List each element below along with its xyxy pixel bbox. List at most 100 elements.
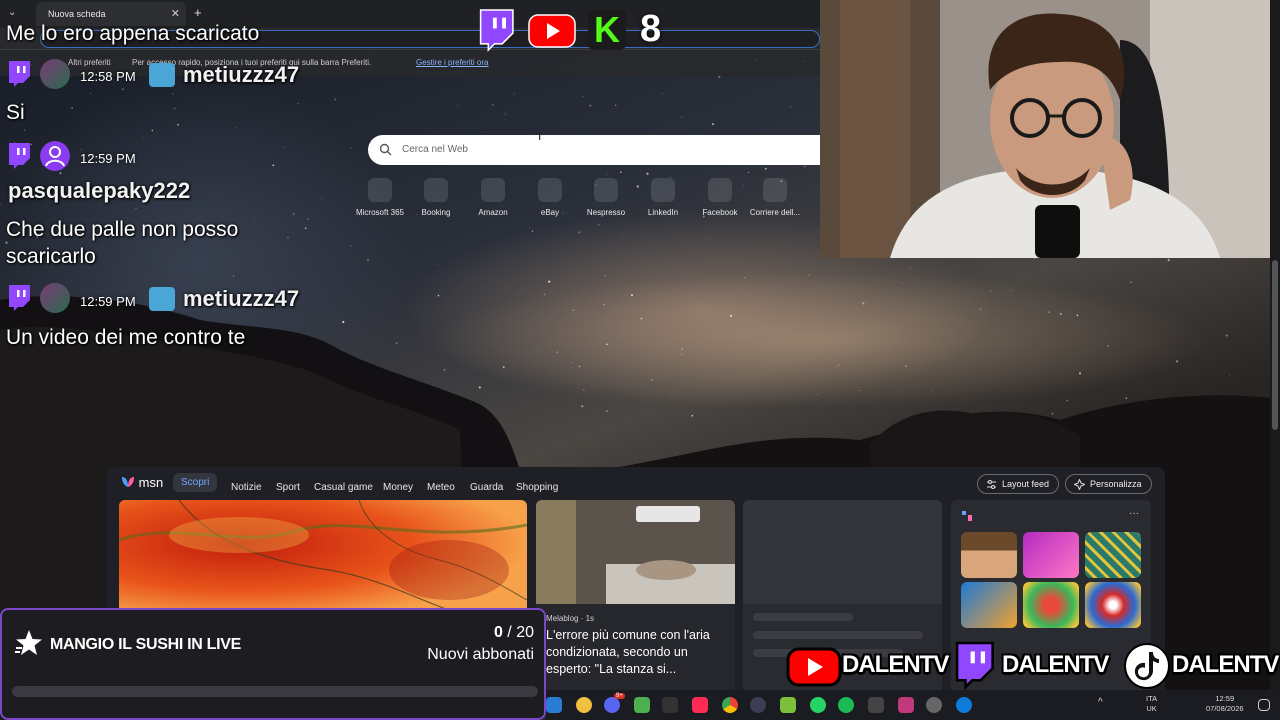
- game-tile-dress[interactable]: [1023, 532, 1079, 578]
- discord-app-icon[interactable]: [604, 697, 620, 713]
- app-icon[interactable]: [926, 697, 942, 713]
- tab-money[interactable]: Money: [383, 482, 413, 493]
- avatar: [40, 283, 70, 313]
- page-scrollbar[interactable]: [1270, 0, 1280, 690]
- app-icon[interactable]: [898, 697, 914, 713]
- spotify-app-icon[interactable]: [838, 697, 854, 713]
- shortcut-ebay[interactable]: eBay: [520, 178, 580, 217]
- more-options-icon[interactable]: ···: [1129, 508, 1139, 519]
- shortcut-nespresso[interactable]: Nespresso: [576, 178, 636, 217]
- chrome-app-icon[interactable]: [722, 697, 738, 713]
- shortcut-tile-icon: [594, 178, 618, 202]
- chat-app-icon[interactable]: [576, 697, 592, 713]
- search-placeholder: Cerca nel Web: [402, 144, 468, 155]
- loading-line: [753, 613, 853, 621]
- new-tab-icon[interactable]: +: [194, 5, 202, 20]
- tiktok-icon: [1124, 643, 1170, 689]
- tab-guarda[interactable]: Guarda: [470, 482, 503, 493]
- shortcut-amazon[interactable]: Amazon: [463, 178, 523, 217]
- tab-sport[interactable]: Sport: [276, 482, 300, 493]
- chat-time: 12:59 PM: [80, 151, 136, 166]
- tab-scopri[interactable]: Scopri: [173, 473, 218, 492]
- tab-meteo[interactable]: Meteo: [427, 482, 455, 493]
- tab-casual-game[interactable]: Casual game: [314, 482, 373, 493]
- clock[interactable]: 12:59 07/08/2026: [1206, 694, 1244, 714]
- goal-title: MANGIO IL SUSHI IN LIVE: [50, 636, 242, 653]
- shortcut-tile-icon: [763, 178, 787, 202]
- star-goal-icon: [15, 630, 42, 655]
- twitch-logo-icon: [479, 9, 514, 52]
- game-tile-ball[interactable]: [1023, 582, 1079, 628]
- sparkle-icon: [1074, 479, 1085, 490]
- scrollbar-thumb[interactable]: [1272, 260, 1278, 430]
- avatar: [40, 59, 70, 89]
- shortcut-tile-icon: [708, 178, 732, 202]
- goal-progress-bar: [12, 686, 538, 697]
- game-tile-maze[interactable]: [1085, 532, 1141, 578]
- windows-taskbar: 9+ ^ ITA UK 12:59 07/08/2026: [546, 690, 1280, 720]
- news-source: Melablog · 1s: [546, 614, 595, 623]
- tab-title: Nuova scheda: [48, 9, 106, 19]
- app-icon[interactable]: [868, 697, 884, 713]
- notes-app-icon[interactable]: [634, 697, 650, 713]
- notification-badge: 9+: [614, 693, 625, 699]
- notifications-icon[interactable]: [1258, 699, 1270, 711]
- game-tile-blocky[interactable]: [961, 532, 1017, 578]
- manage-favorites-link[interactable]: Gestire i preferiti ora: [416, 58, 488, 67]
- weather-map-card[interactable]: [119, 500, 527, 610]
- shortcut-tile-icon: [481, 178, 505, 202]
- chat-username: pasqualepaky222: [8, 178, 191, 203]
- g-app-icon[interactable]: [662, 697, 678, 713]
- loading-line: [753, 631, 923, 639]
- goal-count: 0 / 20: [493, 624, 534, 641]
- crown-badge-icon: [149, 287, 175, 311]
- news-card[interactable]: Melablog · 1s L'errore più comune con l'…: [536, 500, 735, 720]
- tiktok-app-icon[interactable]: [692, 697, 708, 713]
- stream-screen: ⌄ Nuova scheda ✕ + Altri preferiti Per a…: [0, 0, 1280, 720]
- vscode-app-icon[interactable]: [546, 697, 562, 713]
- twitch-icon: [9, 285, 30, 311]
- shortcut-booking[interactable]: Booking: [406, 178, 466, 217]
- twitch-icon: [955, 641, 994, 690]
- shortcut-tile-icon: [368, 178, 392, 202]
- news-photo: [536, 500, 735, 604]
- edge-app-icon[interactable]: [956, 697, 972, 713]
- msn-logo[interactable]: msn: [121, 475, 163, 490]
- personalize-button[interactable]: Personalizza: [1065, 474, 1152, 494]
- language-indicator[interactable]: ITA UK: [1146, 694, 1157, 714]
- layout-feed-button[interactable]: Layout feed: [977, 474, 1060, 494]
- game-tile-shield[interactable]: [1085, 582, 1141, 628]
- kick-logo-icon: K: [588, 10, 626, 50]
- default-avatar-icon: [40, 141, 70, 171]
- youtube-social-badge: DALENTV: [786, 643, 949, 689]
- news-headline[interactable]: L'errore più comune con l'aria condizion…: [546, 627, 729, 678]
- whatsapp-app-icon[interactable]: [810, 697, 826, 713]
- chat-message-text: Me lo ero appena scaricato: [6, 22, 260, 45]
- chat-message-text: Si: [6, 101, 25, 124]
- game-tile-fish[interactable]: [961, 582, 1017, 628]
- msn-butterfly-icon: [122, 477, 134, 487]
- tray-overflow-icon[interactable]: ^: [1098, 698, 1103, 708]
- shortcut-facebook[interactable]: Facebook: [690, 178, 750, 217]
- social-handle: DALENTV: [1172, 651, 1279, 678]
- tab-notizie[interactable]: Notizie: [231, 482, 262, 493]
- web-search-box[interactable]: Cerca nel Web: [368, 135, 820, 165]
- youtube-icon: [786, 647, 842, 687]
- shortcut-microsoft-365[interactable]: Microsoft 365: [350, 178, 410, 217]
- shortcut-linkedin[interactable]: LinkedIn: [633, 178, 693, 217]
- chat-time: 12:59 PM: [80, 294, 136, 309]
- shortcut-tile-icon: [651, 178, 675, 202]
- tab-list-chevron-icon[interactable]: ⌄: [8, 7, 16, 18]
- tab-shopping[interactable]: Shopping: [516, 482, 558, 493]
- heat-map-image: [119, 500, 527, 610]
- shortcut-corriere[interactable]: Corriere dell...: [745, 178, 805, 217]
- obs-app-icon[interactable]: [750, 697, 766, 713]
- webcam-feed: [820, 0, 1270, 258]
- game-app-icon[interactable]: [780, 697, 796, 713]
- crown-badge-icon: [149, 63, 175, 87]
- twitch-icon: [9, 143, 30, 169]
- favorites-folder[interactable]: Altri preferiti: [68, 58, 111, 67]
- social-handle: DALENTV: [1002, 651, 1109, 678]
- logo-number: 8: [640, 8, 662, 50]
- youtube-logo-icon: [528, 14, 576, 48]
